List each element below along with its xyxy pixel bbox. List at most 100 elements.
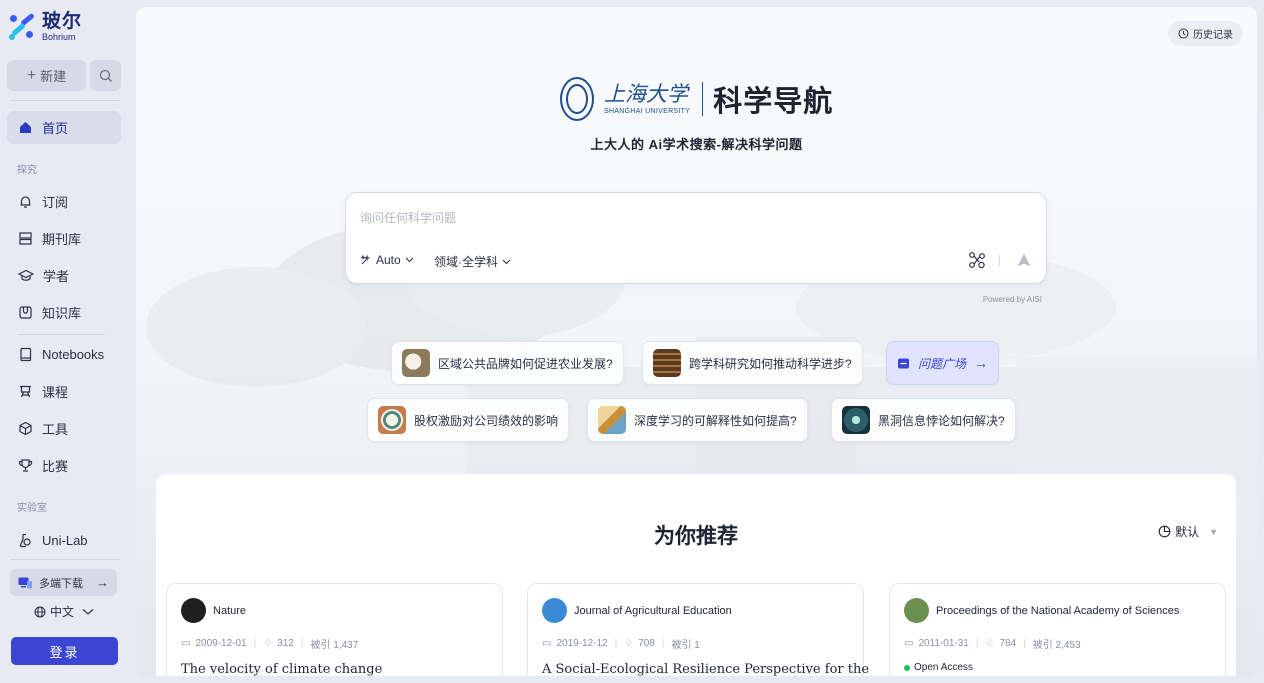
paper-card[interactable]: Nature ▭ 2009-12-01 | ♢ 312 | 被引 1,437 T… — [166, 583, 503, 676]
trophy-icon — [18, 459, 33, 472]
suggestion-label: 黑洞信息悖论如何解决? — [878, 413, 1005, 428]
recommend-section: 为你推荐 默认 ▼ Nature ▭ 2009-12-01 | ♢ 312 | … — [156, 474, 1236, 676]
sidebar-item-label: 比赛 — [42, 459, 69, 474]
suggestion-chip[interactable]: 黑洞信息悖论如何解决? — [831, 398, 1016, 442]
plaza-label: 问题广场 — [918, 356, 967, 371]
main-panel: 历史记录 上海大学 SHANGHAI UNIVERSITY 科学导航 上大人的 … — [136, 7, 1257, 676]
sidebar-item-notebooks[interactable]: Notebooks — [7, 338, 121, 371]
suggestion-chip[interactable]: 区域公共品牌如何促进农业发展? — [391, 341, 624, 385]
sidebar-item-home[interactable]: 首页 — [7, 111, 121, 144]
scholar-cap-icon — [18, 269, 34, 281]
new-button[interactable]: + 新建 — [7, 60, 86, 91]
sidebar-item-label: Uni-Lab — [42, 533, 88, 548]
like-icon: ♢ — [985, 638, 995, 649]
paper-card[interactable]: Proceedings of the National Academy of S… — [889, 583, 1226, 676]
publish-date: 2019-12-12 — [556, 638, 608, 649]
bell-icon — [20, 196, 31, 208]
devices-icon — [18, 577, 32, 588]
sidebar-item-label: 订阅 — [42, 195, 69, 210]
knowledge-graph-icon[interactable] — [968, 251, 986, 269]
publish-date: 2011-01-31 — [918, 638, 969, 649]
suggestion-chip[interactable]: 跨学科研究如何推动科学进步? — [642, 341, 863, 385]
send-icon[interactable] — [1016, 252, 1032, 268]
open-access-dot-icon — [904, 664, 910, 671]
citation-count: 被引 1,437 — [310, 640, 359, 651]
suggestion-thumbnail — [402, 349, 430, 377]
sidebar-search-button[interactable] — [90, 60, 121, 91]
pie-chart-icon — [1158, 525, 1171, 538]
open-access-badge: Open Access — [904, 662, 973, 673]
sidebar-item-tools[interactable]: 工具 — [7, 412, 121, 445]
citation-count: 被引 1 — [671, 640, 700, 651]
card-source[interactable]: Proceedings of the National Academy of S… — [904, 598, 1179, 623]
card-source[interactable]: Nature — [181, 598, 246, 623]
recommend-title: 为你推荐 — [654, 525, 738, 548]
sidebar-item-subscribe[interactable]: 订阅 — [7, 185, 121, 218]
citation-count: 被引 2,453 — [1032, 640, 1081, 651]
globe-icon — [34, 606, 46, 617]
suggestion-thumbnail — [598, 406, 626, 434]
brand-title: 科学导航 — [713, 86, 834, 118]
publish-date: 2009-12-01 — [195, 638, 247, 649]
sidebar-item-scholars[interactable]: 学者 — [7, 259, 121, 292]
sidebar-item-journals[interactable]: 期刊库 — [7, 222, 121, 255]
card-meta: ▭ 2011-01-31 | ♢ 784 | 被引 2,453 — [904, 638, 1081, 651]
bohrium-logo[interactable]: 玻尔 Bohrium — [8, 12, 82, 42]
logo-name-en: Bohrium — [42, 32, 76, 42]
login-button[interactable]: 登录 — [11, 637, 118, 665]
history-label: 历史记录 — [1193, 30, 1233, 41]
chat-icon — [898, 358, 909, 368]
suggestion-thumbnail — [653, 349, 681, 377]
university-name-en: SHANGHAI UNIVERSITY — [604, 107, 691, 115]
download-label: 多端下载 — [39, 577, 83, 590]
suggestion-chip[interactable]: 深度学习的可解释性如何提高? — [587, 398, 808, 442]
paper-title[interactable]: The velocity of climate change — [181, 662, 382, 676]
sidebar: 玻尔 Bohrium + 新建 首页 探究 订阅 期刊库 学者 知识库 Note… — [0, 0, 128, 683]
search-box[interactable]: 询问任何科学问题 Auto 领域·全学科 — [345, 192, 1047, 284]
like-count: 784 — [999, 638, 1017, 649]
arrow-right-icon: → — [974, 355, 989, 371]
course-icon — [20, 385, 31, 398]
sidebar-item-label: 知识库 — [42, 306, 82, 321]
field-label: 领域·全学科 — [434, 255, 498, 269]
paper-title[interactable]: A Social-Ecological Resilience Perspecti… — [542, 662, 869, 676]
like-icon: ♢ — [624, 638, 634, 649]
language-selector[interactable]: 中文 — [34, 603, 94, 620]
source-avatar — [181, 598, 206, 623]
multi-device-download[interactable]: 多端下载 → — [10, 569, 117, 596]
sort-selector[interactable]: 默认 ▼ — [1158, 523, 1218, 540]
sidebar-item-unilab[interactable]: Uni-Lab — [7, 524, 121, 557]
question-plaza-button[interactable]: 问题广场 → — [886, 341, 1000, 385]
sidebar-item-competitions[interactable]: 比赛 — [7, 449, 121, 482]
source-avatar — [904, 598, 929, 623]
history-button[interactable]: 历史记录 — [1168, 21, 1243, 46]
tagline: 上大人的 Ai学术搜索-解决科学问题 — [590, 137, 803, 152]
search-input[interactable]: 询问任何科学问题 — [360, 209, 456, 226]
sidebar-item-label: 期刊库 — [42, 232, 82, 247]
suggestion-thumbnail — [378, 406, 406, 434]
like-icon: ♢ — [263, 638, 273, 649]
home-icon — [20, 122, 31, 133]
journal-icon — [19, 232, 32, 245]
mode-selector[interactable]: Auto — [360, 253, 414, 267]
card-meta: ▭ 2019-12-12 | ♢ 708 | 被引 1 — [542, 638, 700, 651]
sparkle-icon — [360, 254, 371, 265]
sort-label: 默认 — [1175, 525, 1200, 539]
source-name: Nature — [213, 604, 247, 617]
search-icon — [99, 69, 112, 82]
sidebar-item-label: 课程 — [42, 385, 69, 400]
plus-icon: + — [26, 66, 37, 84]
nav-section-lab: 实验室 — [17, 503, 47, 514]
like-count: 708 — [638, 638, 655, 649]
sidebar-item-courses[interactable]: 课程 — [7, 375, 121, 408]
new-button-label: 新建 — [40, 69, 67, 84]
powered-by: Powered by AISI — [982, 295, 1042, 304]
field-selector[interactable]: 领域·全学科 — [434, 253, 511, 270]
paper-card[interactable]: Journal of Agricultural Education ▭ 2019… — [527, 583, 869, 676]
sidebar-item-knowledge[interactable]: 知识库 — [7, 296, 121, 329]
university-seal-icon — [560, 77, 594, 121]
calendar-icon: ▭ — [542, 638, 552, 649]
card-source[interactable]: Journal of Agricultural Education — [542, 598, 732, 623]
suggestion-chip[interactable]: 股权激励对公司绩效的影响 — [367, 398, 570, 442]
cube-icon — [19, 421, 32, 436]
